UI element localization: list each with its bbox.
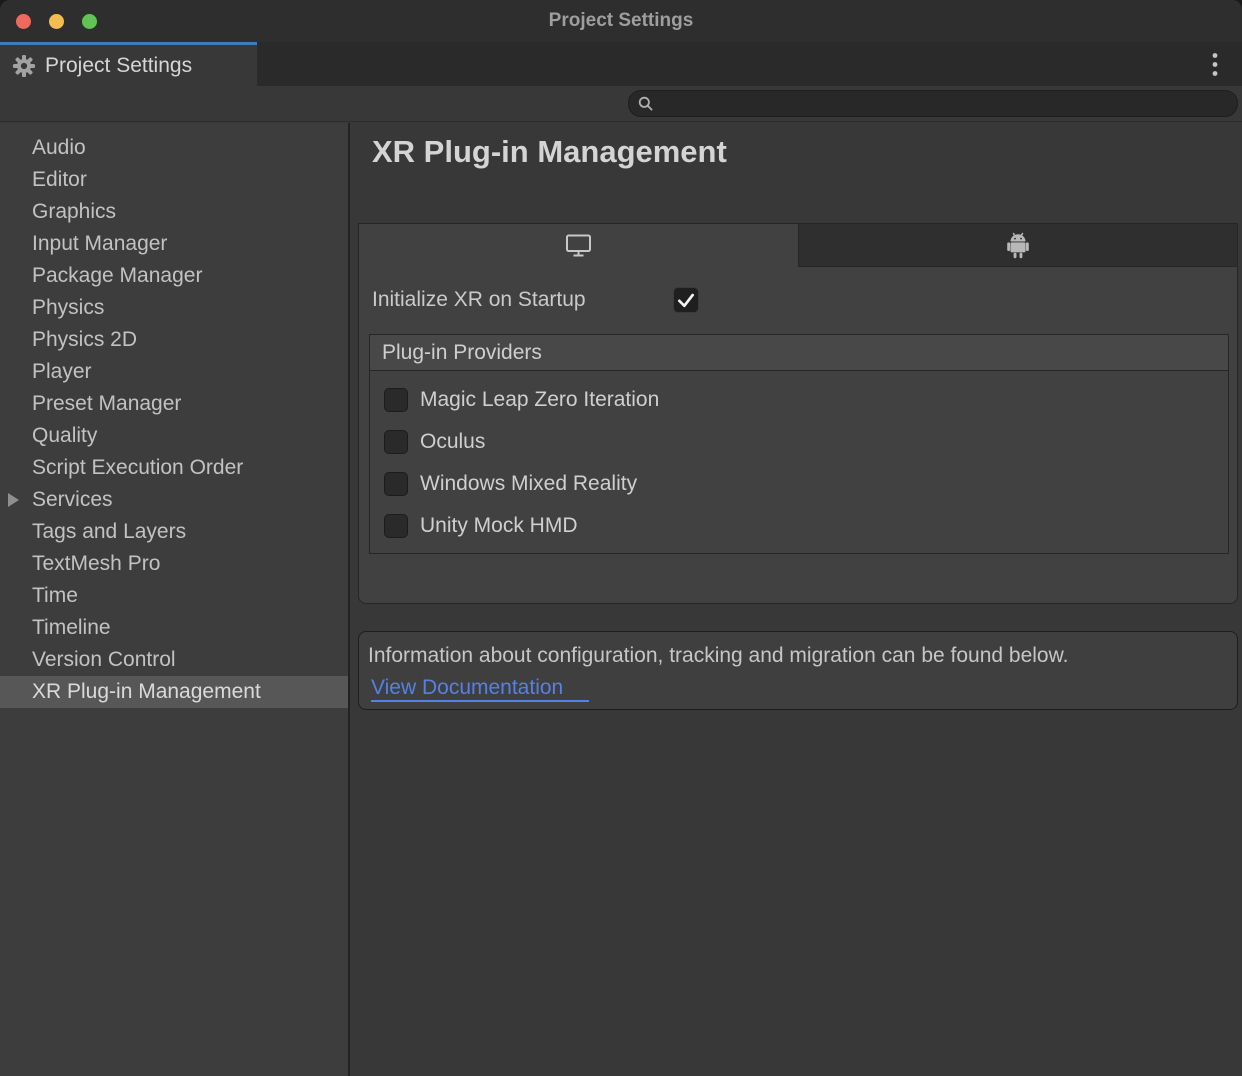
platform-tab-android[interactable]	[798, 224, 1238, 267]
platform-tab-bar	[359, 224, 1237, 267]
sidebar-item-graphics[interactable]: Graphics	[0, 196, 348, 228]
gear-icon	[12, 54, 36, 78]
sidebar-item-label: Physics 2D	[32, 328, 137, 352]
sidebar-item-physics-2d[interactable]: Physics 2D	[0, 324, 348, 356]
sidebar-item-label: Services	[32, 488, 113, 512]
window-title: Project Settings	[0, 0, 1242, 42]
provider-label: Windows Mixed Reality	[420, 472, 637, 496]
titlebar: Project Settings	[0, 0, 1242, 42]
sidebar: Audio Editor Graphics Input Manager Package …	[0, 123, 348, 1076]
sidebar-item-label: Graphics	[32, 200, 116, 224]
sidebar-item-input-manager[interactable]: Input Manager	[0, 228, 348, 260]
info-text: Information about configuration, trackin…	[368, 641, 1227, 671]
sidebar-item-physics[interactable]: Physics	[0, 292, 348, 324]
sidebar-item-label: Audio	[32, 136, 86, 160]
view-documentation-link[interactable]: View Documentation	[371, 676, 589, 702]
toolbar	[0, 86, 1242, 122]
sidebar-item-label: XR Plug-in Management	[32, 680, 261, 704]
sidebar-item-label: Quality	[32, 424, 97, 448]
provider-row: Magic Leap Zero Iteration	[370, 379, 1228, 421]
sidebar-item-xr-plug-in-management[interactable]: XR Plug-in Management	[0, 676, 348, 708]
sidebar-item-label: Timeline	[32, 616, 111, 640]
provider-label: Oculus	[420, 430, 485, 454]
main-panel: XR Plug-in Management	[350, 123, 1242, 1076]
tab-project-settings[interactable]: Project Settings	[0, 42, 257, 86]
sidebar-item-package-manager[interactable]: Package Manager	[0, 260, 348, 292]
sidebar-item-version-control[interactable]: Version Control	[0, 644, 348, 676]
sidebar-item-label: Tags and Layers	[32, 520, 186, 544]
sidebar-item-label: Version Control	[32, 648, 176, 672]
sidebar-item-tags-and-layers[interactable]: Tags and Layers	[0, 516, 348, 548]
initialize-xr-label: Initialize XR on Startup	[372, 288, 673, 312]
provider-row: Oculus	[370, 421, 1228, 463]
platform-tab-desktop[interactable]	[359, 224, 798, 267]
content: Audio Editor Graphics Input Manager Package …	[0, 123, 1242, 1076]
sidebar-item-textmesh-pro[interactable]: TextMesh Pro	[0, 548, 348, 580]
sidebar-item-label: TextMesh Pro	[32, 552, 160, 576]
provider-row: Unity Mock HMD	[370, 505, 1228, 547]
sidebar-item-quality[interactable]: Quality	[0, 420, 348, 452]
tab-label: Project Settings	[45, 54, 192, 78]
initialize-xr-checkbox[interactable]	[673, 287, 699, 313]
xr-settings-box: Initialize XR on Startup Plug-in Provide…	[358, 223, 1238, 604]
plugin-providers-header: Plug-in Providers	[369, 334, 1229, 371]
sidebar-item-label: Input Manager	[32, 232, 167, 256]
provider-row: Windows Mixed Reality	[370, 463, 1228, 505]
disclosure-triangle-icon[interactable]	[8, 493, 19, 507]
plugin-providers-list: Magic Leap Zero Iteration Oculus Windows M…	[369, 370, 1229, 554]
provider-checkbox[interactable]	[384, 430, 408, 454]
sidebar-item-timeline[interactable]: Timeline	[0, 612, 348, 644]
provider-label: Magic Leap Zero Iteration	[420, 388, 659, 412]
sidebar-item-script-execution-order[interactable]: Script Execution Order	[0, 452, 348, 484]
provider-label: Unity Mock HMD	[420, 514, 578, 538]
sidebar-item-label: Package Manager	[32, 264, 202, 288]
sidebar-item-label: Script Execution Order	[32, 456, 243, 480]
sidebar-item-label: Time	[32, 584, 78, 608]
sidebar-item-time[interactable]: Time	[0, 580, 348, 612]
sidebar-item-player[interactable]: Player	[0, 356, 348, 388]
desktop-icon	[565, 233, 592, 258]
search-field[interactable]	[628, 90, 1238, 117]
search-icon	[637, 95, 655, 113]
provider-checkbox[interactable]	[384, 514, 408, 538]
sidebar-item-label: Player	[32, 360, 92, 384]
editor-tabstrip: Project Settings	[0, 42, 1242, 86]
sidebar-item-editor[interactable]: Editor	[0, 164, 348, 196]
sidebar-item-label: Editor	[32, 168, 87, 192]
sidebar-item-label: Preset Manager	[32, 392, 181, 416]
search-input[interactable]	[655, 94, 1215, 114]
project-settings-window: Project Settings Project Settings	[0, 0, 1242, 1076]
sidebar-item-preset-manager[interactable]: Preset Manager	[0, 388, 348, 420]
provider-checkbox[interactable]	[384, 472, 408, 496]
provider-checkbox[interactable]	[384, 388, 408, 412]
initialize-xr-row: Initialize XR on Startup	[372, 286, 699, 313]
page-title: XR Plug-in Management	[372, 134, 727, 170]
sidebar-item-audio[interactable]: Audio	[0, 132, 348, 164]
info-box: Information about configuration, trackin…	[358, 631, 1238, 710]
android-icon	[1006, 231, 1030, 259]
sidebar-item-services[interactable]: Services	[0, 484, 348, 516]
sidebar-item-label: Physics	[32, 296, 104, 320]
kebab-menu-icon[interactable]	[1208, 52, 1222, 77]
